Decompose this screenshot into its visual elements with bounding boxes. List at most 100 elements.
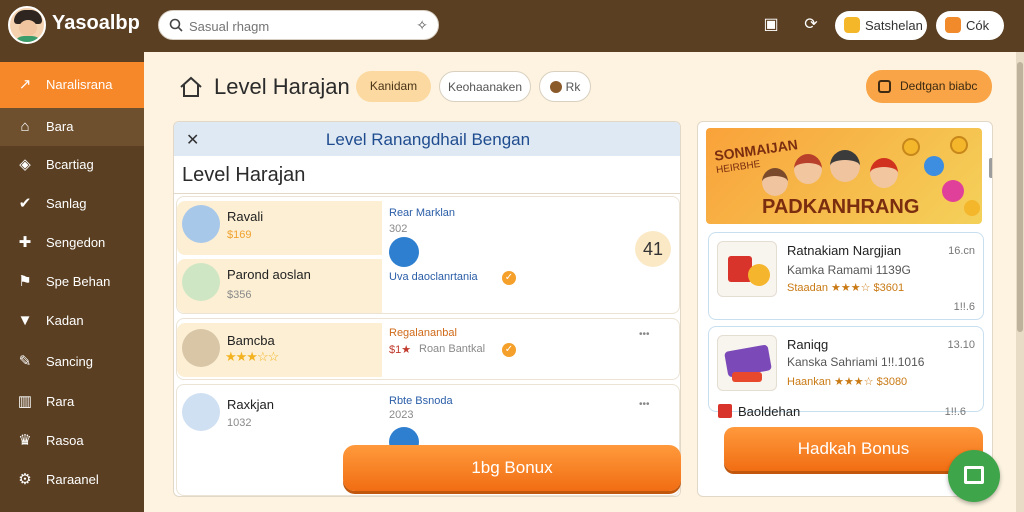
character-image bbox=[830, 150, 860, 182]
sidebar-item-label: Rasoa bbox=[46, 433, 84, 448]
list-item-title: Raxkjan bbox=[227, 397, 274, 412]
bonus-button[interactable]: 1bg Bonux bbox=[343, 445, 681, 491]
panel-subtitle: Level Harajan bbox=[174, 156, 680, 194]
list-item-value: $356 bbox=[227, 289, 252, 301]
list-item-title: Rbte Bsnoda bbox=[389, 395, 453, 407]
claim-bonus-button[interactable]: Hadkah Bonus bbox=[724, 427, 983, 471]
sidebar-item-book[interactable]: ▥ Rara bbox=[0, 383, 144, 421]
gem-icon bbox=[924, 156, 944, 176]
sidebar-item-shield[interactable]: ◈ Bcartiag bbox=[0, 146, 144, 184]
check-badge-icon: ✓ bbox=[502, 271, 516, 285]
music-icon bbox=[718, 404, 732, 418]
list-item-tag: $1★ bbox=[389, 344, 412, 356]
home-icon: ⌂ bbox=[20, 118, 30, 135]
reward-meta: Haankan ★★★☆ $3080 bbox=[787, 376, 908, 388]
level-number: 41 bbox=[635, 231, 671, 267]
list-item-link[interactable]: Uva daoclanrtania bbox=[389, 271, 478, 283]
list-item-title: Parond aoslan bbox=[227, 267, 311, 282]
chart-icon: ↗ bbox=[18, 76, 32, 93]
list-item-title: Ravali bbox=[227, 209, 264, 224]
sidebar-item-label: Spe Behan bbox=[46, 274, 111, 289]
reward-subtitle: Kanska Sahriami 1!!.1016 bbox=[787, 355, 925, 369]
list-item-value: 1032 bbox=[227, 417, 252, 429]
reward-card[interactable]: Raniqg Kanska Sahriami 1!!.1016 Haankan … bbox=[708, 326, 984, 412]
gear-icon: ⚙ bbox=[18, 471, 32, 488]
sidebar-item-overview[interactable]: ↗ Naralisrana bbox=[0, 62, 144, 108]
promo-banner[interactable]: SONMAIJAN HEIRBHE PADKANHRANG bbox=[706, 128, 982, 224]
more-icon[interactable]: ••• bbox=[639, 329, 650, 340]
sidebar-item-label: Sanlag bbox=[46, 196, 87, 211]
check-badge-icon: ✓ bbox=[502, 343, 516, 357]
gift-label: Cók bbox=[966, 18, 990, 33]
character-image bbox=[762, 168, 788, 196]
check-icon: ✔ bbox=[18, 195, 32, 212]
character-image bbox=[794, 154, 822, 184]
chip-label: Rk bbox=[565, 80, 581, 94]
panel-scrollbar[interactable] bbox=[989, 158, 992, 178]
play-icon[interactable] bbox=[389, 237, 419, 267]
sidebar-item-label: Rara bbox=[46, 394, 75, 409]
chip-filter-2[interactable]: Keohaanaken bbox=[439, 71, 531, 102]
home-icon bbox=[180, 76, 202, 97]
app-title: Yasoalbp bbox=[52, 12, 140, 34]
sidebar-item-trophy[interactable]: ♛ Rasoa bbox=[0, 422, 144, 460]
coins-label: Satshelan bbox=[865, 18, 923, 33]
reward-meta: Staadan ★★★☆ $3601 bbox=[787, 282, 905, 294]
sparkle-icon[interactable]: ✧ bbox=[416, 17, 428, 34]
sidebar-item-check[interactable]: ✔ Sanlag bbox=[0, 185, 144, 223]
list-item-value: Roan Bantkal bbox=[419, 343, 486, 355]
coins-button[interactable]: Satshelan bbox=[835, 11, 927, 40]
page-scrollbar[interactable] bbox=[1016, 52, 1024, 512]
sidebar-item-settings[interactable]: ⚙ Raraanel bbox=[0, 461, 144, 499]
avatar[interactable] bbox=[8, 6, 46, 44]
refresh-icon[interactable]: ⟳ bbox=[800, 14, 822, 36]
sidebar-item-puzzle[interactable]: ✚ Sengedon bbox=[0, 224, 144, 262]
sidebar-item-label: Sengedon bbox=[46, 235, 106, 250]
shield-icon: ◈ bbox=[19, 156, 31, 173]
sidebar-item-label: Naralisrana bbox=[46, 77, 113, 92]
chip-filter-1[interactable]: Kanidam bbox=[356, 71, 431, 102]
list-item-title: Rear Marklan bbox=[389, 207, 456, 219]
header-action-label: Dedtgan biabc bbox=[900, 79, 978, 93]
gem-icon bbox=[942, 180, 964, 202]
list-item-title: Bamcba bbox=[227, 333, 275, 348]
reward-time: 13.10 bbox=[947, 339, 975, 351]
header-action-button[interactable]: Dedtgan biabc bbox=[866, 70, 992, 103]
reward-card[interactable]: Ratnakiam Nargjian Kamka Ramami 1139G St… bbox=[708, 232, 984, 320]
reward-time: 1!!.6 bbox=[953, 301, 975, 313]
sidebar-item-edit[interactable]: ✎ Sancing bbox=[0, 343, 144, 381]
level-panel: ✕ Level Ranangdhail Bengan Level Harajan… bbox=[173, 121, 681, 497]
reward-title: Raniqg bbox=[787, 337, 829, 352]
puzzle-icon: ✚ bbox=[18, 234, 32, 251]
game-thumbnail bbox=[717, 335, 777, 391]
character-image bbox=[870, 158, 898, 188]
page-title: Level Harajan bbox=[214, 74, 350, 99]
more-icon[interactable]: ••• bbox=[639, 399, 650, 410]
gift-button[interactable]: Cók bbox=[936, 11, 1004, 40]
search-icon bbox=[169, 18, 183, 32]
search-bar[interactable]: ✧ bbox=[158, 10, 439, 40]
reward-title: Baoldehan bbox=[738, 404, 801, 419]
book-icon: ▥ bbox=[17, 393, 33, 410]
coin-icon bbox=[950, 136, 968, 154]
save-icon[interactable]: ▣ bbox=[760, 14, 782, 36]
sidebar-item-label: Sancing bbox=[46, 354, 93, 369]
trophy-icon: ♛ bbox=[18, 432, 32, 449]
sidebar-item-label: Bcartiag bbox=[46, 157, 94, 172]
gift-thumbnail bbox=[717, 241, 777, 297]
floating-action-button[interactable] bbox=[948, 450, 1000, 502]
sidebar-item-home[interactable]: ⌂ Bara bbox=[0, 108, 144, 146]
lamp-icon bbox=[182, 329, 220, 367]
list-item-value: 302 bbox=[389, 223, 408, 235]
sidebar-item-label: Raraanel bbox=[46, 472, 99, 487]
sidebar-item-tag[interactable]: ⚑ Spe Behan bbox=[0, 263, 144, 301]
coin-icon bbox=[964, 200, 980, 216]
badge-icon bbox=[182, 393, 220, 431]
rocket-icon bbox=[182, 205, 220, 243]
sidebar-item-gift[interactable]: ▼ Kadan bbox=[0, 302, 144, 340]
calendar-icon bbox=[878, 80, 891, 93]
search-input[interactable] bbox=[189, 16, 409, 36]
chip-filter-3[interactable]: Rk bbox=[539, 71, 591, 102]
reward-time: 1!!.6 bbox=[944, 406, 966, 418]
scrollbar-thumb[interactable] bbox=[1017, 62, 1023, 332]
